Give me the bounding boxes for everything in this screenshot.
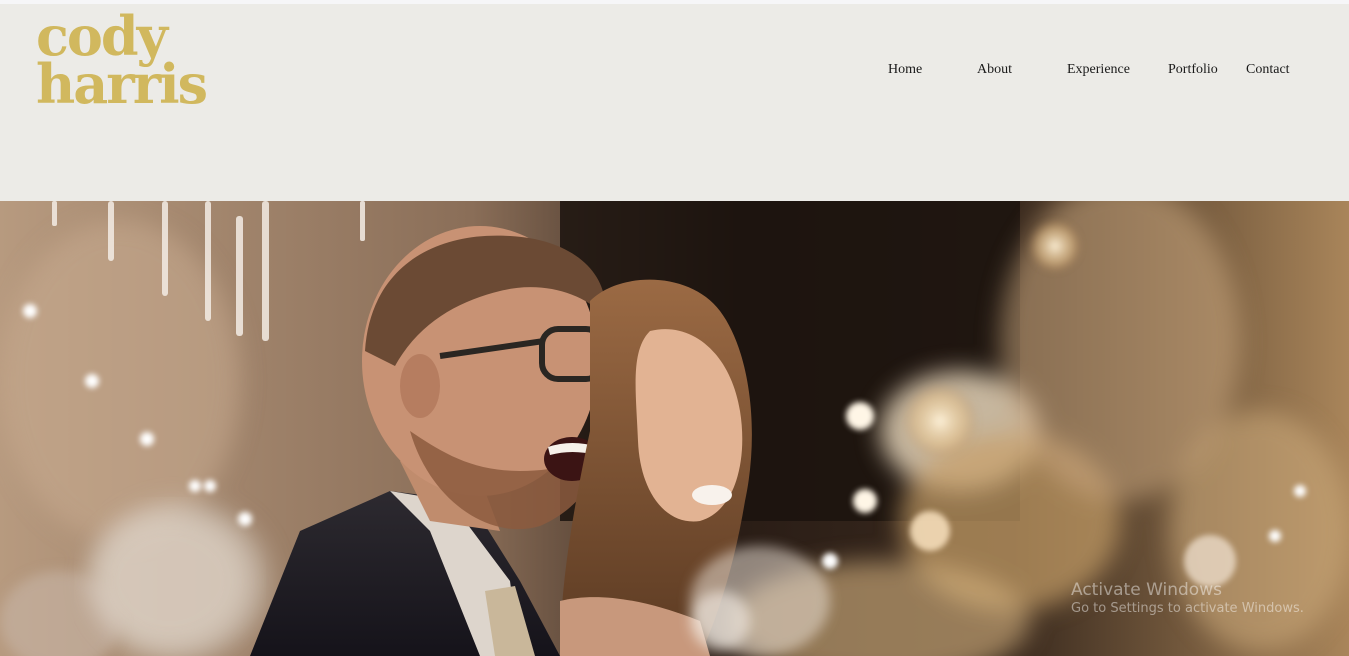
page: cody harris Home About Experience Portfo… — [0, 0, 1349, 656]
hero-image — [0, 201, 1349, 656]
main-nav: Home About Experience Portfolio Contact — [0, 62, 1349, 86]
site-header: cody harris Home About Experience Portfo… — [0, 4, 1349, 201]
nav-experience[interactable]: Experience — [1067, 62, 1130, 78]
nav-about[interactable]: About — [977, 62, 1012, 78]
nav-home[interactable]: Home — [888, 62, 922, 78]
site-logo[interactable]: cody harris — [36, 9, 208, 111]
nav-portfolio[interactable]: Portfolio — [1168, 62, 1218, 78]
hero-photo — [0, 201, 1349, 656]
nav-contact[interactable]: Contact — [1246, 62, 1290, 78]
